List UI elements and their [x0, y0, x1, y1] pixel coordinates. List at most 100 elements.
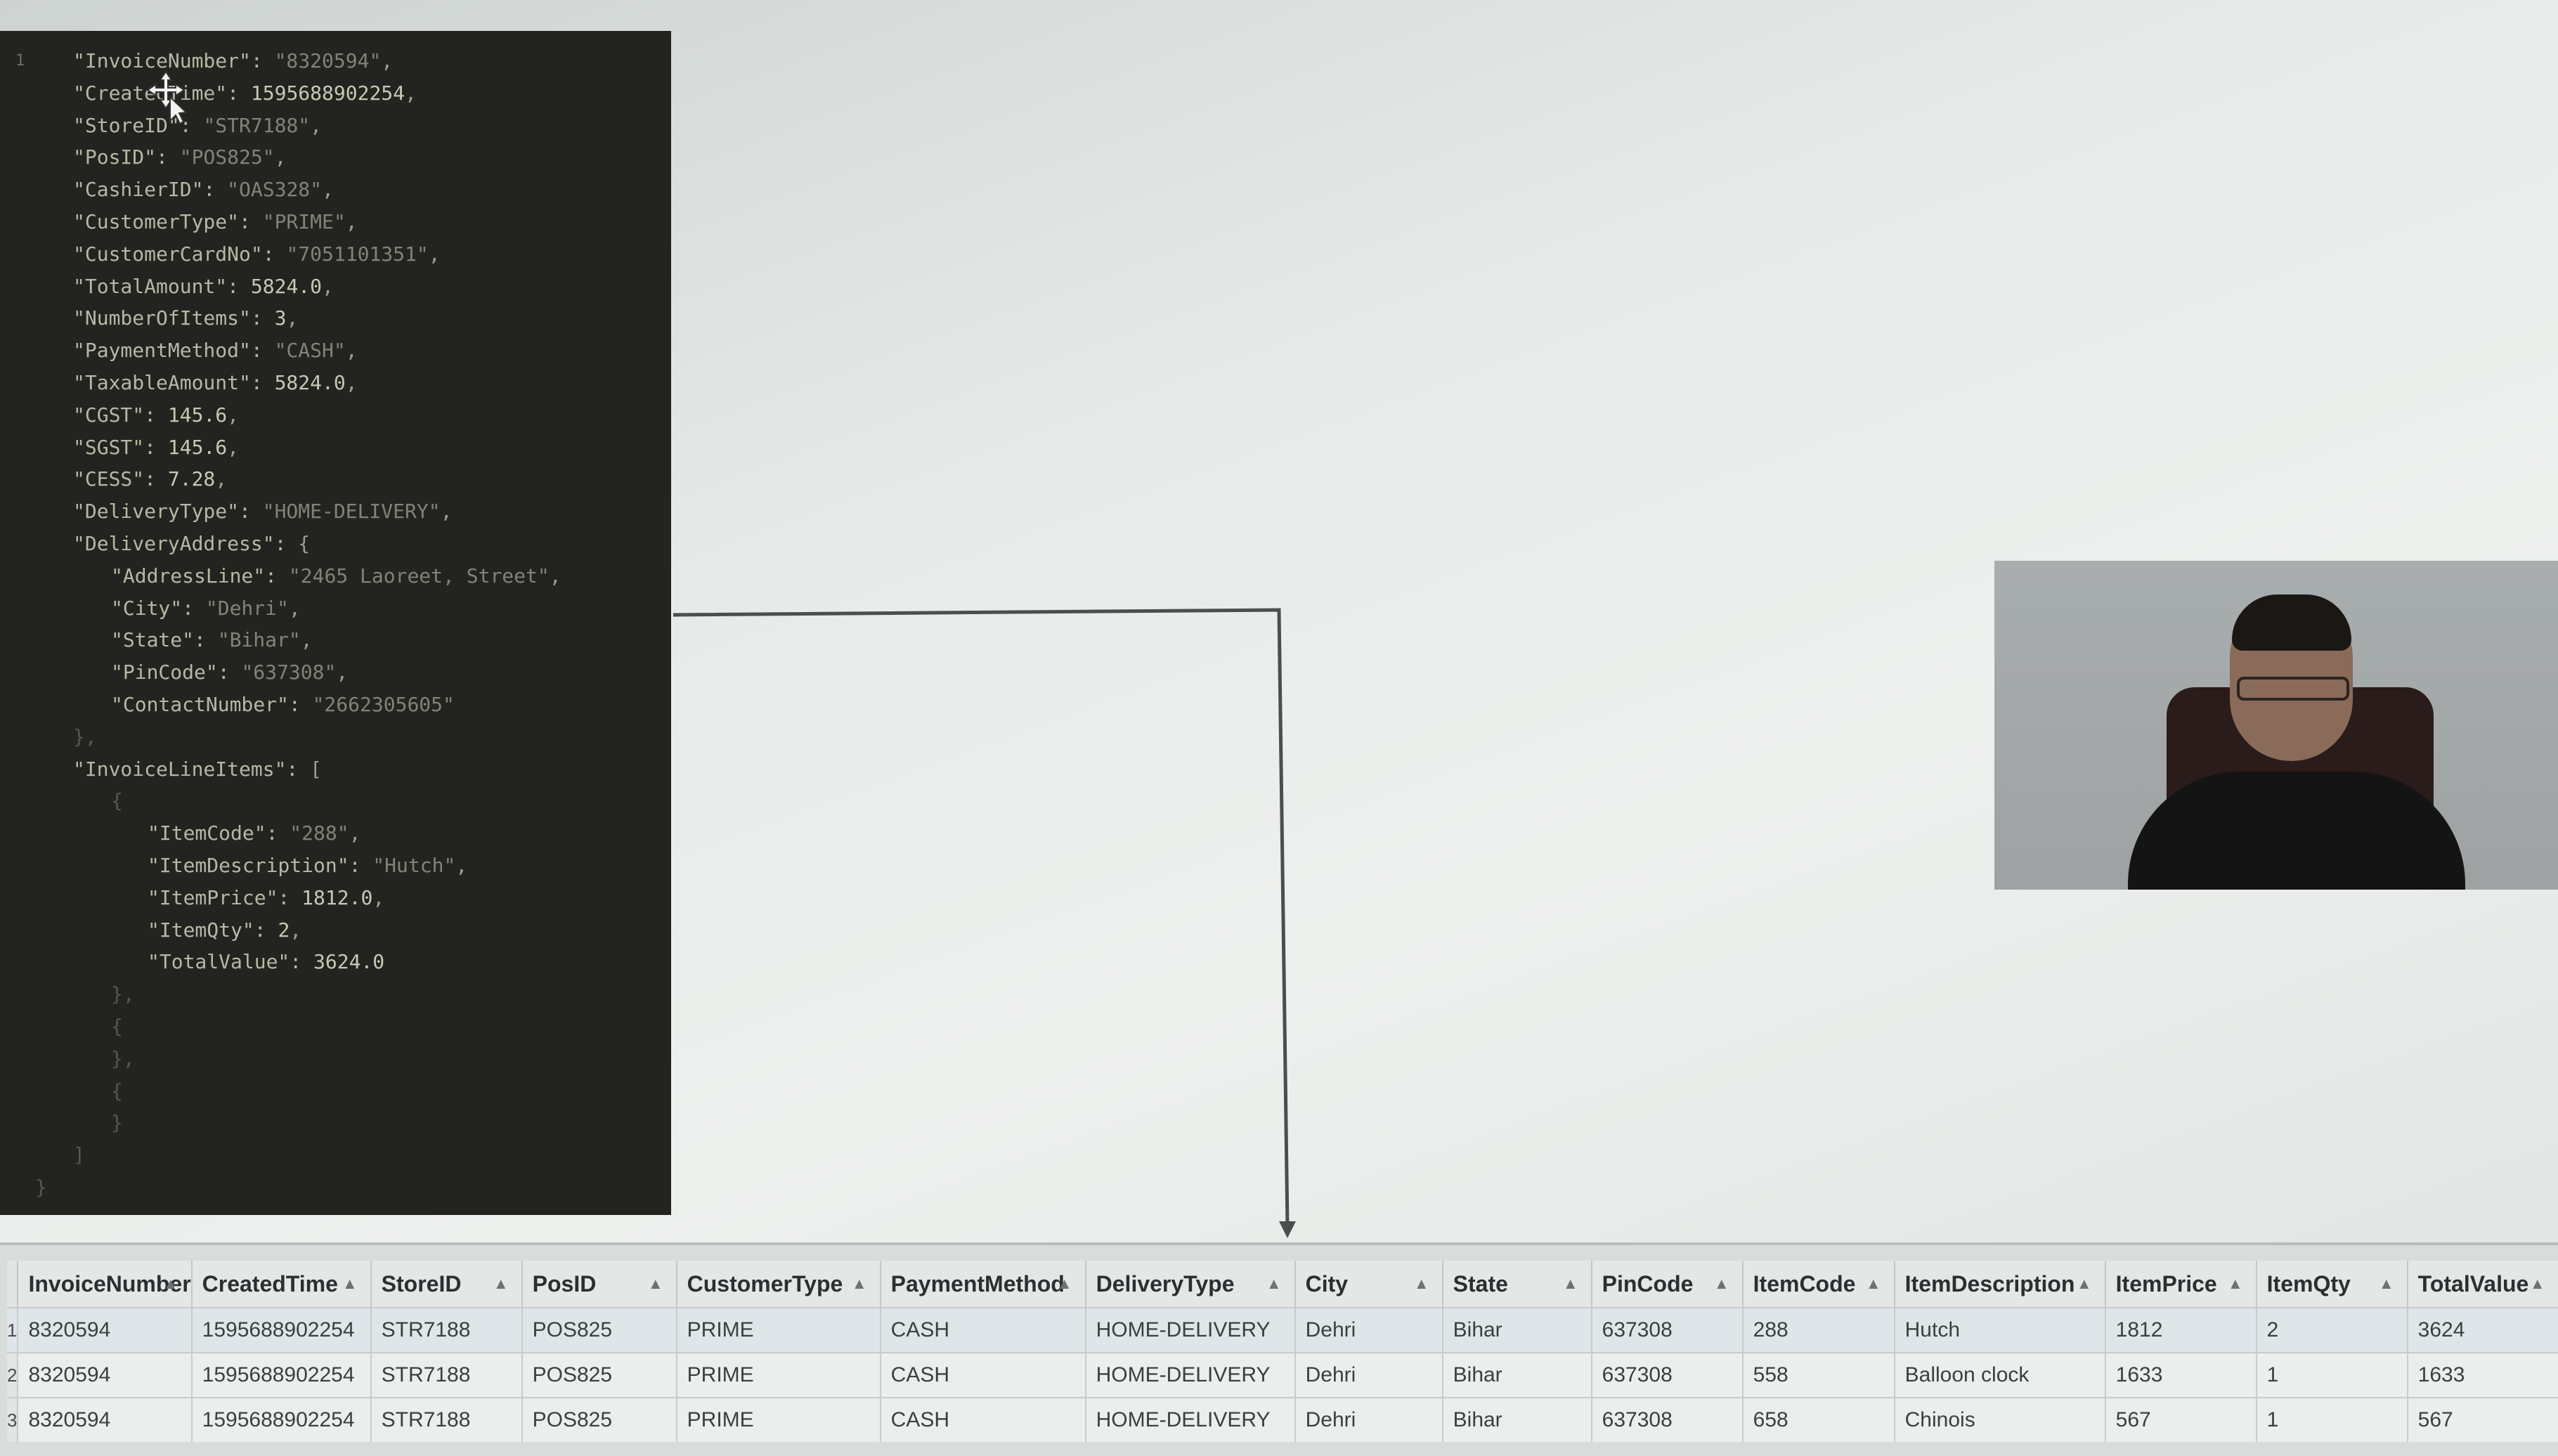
json-value: "OAS328"	[227, 178, 323, 202]
json-key: "CustomerType":	[73, 209, 263, 233]
table-cell[interactable]: 1595688902254	[191, 1397, 372, 1442]
table-cell[interactable]: 658	[1742, 1397, 1895, 1442]
json-value: "HOME-DELIVERY"	[262, 500, 441, 524]
table-cell[interactable]: PRIME	[676, 1397, 881, 1442]
table-cell[interactable]: POS825	[521, 1352, 677, 1398]
table-cell[interactable]: POS825	[521, 1307, 677, 1353]
table-cell[interactable]: Balloon clock	[1894, 1352, 2106, 1398]
table-cell[interactable]: Dehri	[1294, 1352, 1443, 1398]
table-cell[interactable]: 3624	[2407, 1307, 2558, 1353]
table-cell[interactable]: 8320594	[18, 1397, 193, 1442]
json-value: "Dehri"	[205, 596, 289, 620]
json-value: },	[111, 1046, 135, 1070]
table-cell[interactable]: CASH	[880, 1352, 1086, 1398]
json-value: "Bihar"	[217, 628, 301, 652]
column-header-pincode[interactable]: PinCode ▲	[1591, 1261, 1744, 1308]
table-cell[interactable]: 567	[2105, 1397, 2257, 1442]
table-cell[interactable]: 8320594	[18, 1307, 193, 1353]
table-cell[interactable]: 1633	[2105, 1352, 2257, 1398]
json-value: "2662305605"	[312, 692, 455, 716]
column-header-posid[interactable]: PosID ▲	[521, 1261, 677, 1308]
json-code-panel[interactable]: 1 "InvoiceNumber": "8320594", "CreatedTime…	[0, 31, 671, 1215]
code-line: "CGST": 145.6,	[0, 399, 671, 431]
sort-up-icon[interactable]: ▲	[1057, 1275, 1072, 1293]
table-cell[interactable]: Chinois	[1894, 1397, 2106, 1442]
sort-up-icon[interactable]: ▲	[1266, 1275, 1282, 1293]
table-cell[interactable]: 567	[2407, 1397, 2558, 1442]
table-cell[interactable]: 8320594	[18, 1352, 193, 1398]
table-cell[interactable]: Hutch	[1894, 1307, 2106, 1353]
sort-up-icon[interactable]: ▲	[2379, 1275, 2394, 1293]
sort-up-icon[interactable]: ▲	[493, 1275, 509, 1293]
table-cell[interactable]: Dehri	[1294, 1307, 1443, 1353]
sort-up-icon[interactable]: ▲	[342, 1275, 358, 1293]
column-header-itemqty[interactable]: ItemQty ▲	[2256, 1261, 2408, 1308]
table-cell[interactable]: PRIME	[676, 1352, 881, 1398]
json-key: "PaymentMethod":	[73, 339, 275, 363]
column-header-totalvalue[interactable]: TotalValue ▲	[2407, 1261, 2558, 1308]
table-row[interactable]: 1 8320594 1595688902254 STR7188 POS825 PRIME C…	[7, 1307, 2558, 1353]
column-header-customertype[interactable]: CustomerType ▲	[676, 1261, 881, 1308]
column-header-itemdescription[interactable]: ItemDescription ▲	[1894, 1261, 2106, 1308]
code-line: "TaxableAmount": 5824.0,	[0, 367, 671, 399]
table-cell[interactable]: 1633	[2407, 1352, 2558, 1398]
table-cell[interactable]: Bihar	[1442, 1307, 1592, 1353]
table-row[interactable]: 2 8320594 1595688902254 STR7188 POS825 PRIME C…	[7, 1352, 2558, 1398]
json-punctuation: ,	[322, 274, 334, 298]
table-cell[interactable]: Bihar	[1442, 1352, 1592, 1398]
table-cell[interactable]: HOME-DELIVERY	[1085, 1352, 1296, 1398]
column-header-state[interactable]: State ▲	[1442, 1261, 1592, 1308]
sort-up-icon[interactable]: ▲	[852, 1275, 867, 1293]
json-value: "POS825"	[179, 145, 275, 169]
table-cell[interactable]: CASH	[880, 1307, 1086, 1353]
column-header-itemcode[interactable]: ItemCode ▲	[1742, 1261, 1895, 1308]
column-header-createdtime[interactable]: CreatedTime ▲	[191, 1261, 372, 1308]
table-cell[interactable]: PRIME	[676, 1307, 881, 1353]
sort-up-icon[interactable]: ▲	[2077, 1275, 2092, 1293]
table-cell[interactable]: 637308	[1591, 1307, 1744, 1353]
table-cell[interactable]: 1595688902254	[191, 1352, 372, 1398]
column-header-invoicenumber[interactable]: InvoiceNumber ▲	[18, 1261, 193, 1308]
sort-up-icon[interactable]: ▲	[648, 1275, 663, 1293]
table-cell[interactable]: STR7188	[370, 1397, 523, 1442]
code-line: },	[0, 1043, 671, 1075]
json-value: "CASH"	[274, 339, 346, 363]
json-value: 3	[274, 306, 287, 330]
table-row[interactable]: 3 8320594 1595688902254 STR7188 POS825 PRIME C…	[7, 1397, 2558, 1442]
column-header-itemprice[interactable]: ItemPrice ▲	[2105, 1261, 2257, 1308]
table-cell[interactable]: 2	[2256, 1307, 2408, 1353]
table-cell[interactable]: Bihar	[1442, 1397, 1592, 1442]
column-header-city[interactable]: City ▲	[1294, 1261, 1443, 1308]
table-cell[interactable]: 1	[2256, 1352, 2408, 1398]
table-cell[interactable]: 1812	[2105, 1307, 2257, 1353]
table-cell[interactable]: HOME-DELIVERY	[1085, 1397, 1296, 1442]
table-cell[interactable]: 1	[2256, 1397, 2408, 1442]
flow-arrow-line	[673, 608, 1290, 1227]
table-cell[interactable]: 1595688902254	[191, 1307, 372, 1353]
table-cell[interactable]: 558	[1742, 1352, 1895, 1398]
sort-up-icon[interactable]: ▲	[2530, 1275, 2545, 1293]
table-cell[interactable]: 288	[1742, 1307, 1895, 1353]
json-key: "DeliveryAddress":	[73, 531, 299, 555]
code-line: "State": "Bihar",	[0, 624, 671, 656]
json-key: "CESS":	[73, 467, 168, 491]
column-header-paymentmethod[interactable]: PaymentMethod ▲	[880, 1261, 1086, 1308]
sort-up-icon[interactable]: ▲	[1866, 1275, 1881, 1293]
table-cell[interactable]: Dehri	[1294, 1397, 1443, 1442]
column-header-storeid[interactable]: StoreID ▲	[370, 1261, 523, 1308]
table-cell[interactable]: POS825	[521, 1397, 677, 1442]
sort-up-icon[interactable]: ▲	[1714, 1275, 1729, 1293]
code-line: }	[0, 1107, 671, 1139]
sort-up-icon[interactable]: ▲	[163, 1275, 178, 1293]
table-cell[interactable]: CASH	[880, 1397, 1086, 1442]
column-header-deliverytype[interactable]: DeliveryType ▲	[1085, 1261, 1296, 1308]
table-cell[interactable]: STR7188	[370, 1352, 523, 1398]
table-cell[interactable]: STR7188	[370, 1307, 523, 1353]
table-cell[interactable]: HOME-DELIVERY	[1085, 1307, 1296, 1353]
sort-up-icon[interactable]: ▲	[1414, 1275, 1429, 1293]
table-cell[interactable]: 637308	[1591, 1352, 1744, 1398]
table-cell[interactable]: 637308	[1591, 1397, 1744, 1442]
sort-up-icon[interactable]: ▲	[1563, 1275, 1578, 1293]
sort-up-icon[interactable]: ▲	[2228, 1275, 2243, 1293]
code-line: "ContactNumber": "2662305605"	[0, 689, 671, 721]
